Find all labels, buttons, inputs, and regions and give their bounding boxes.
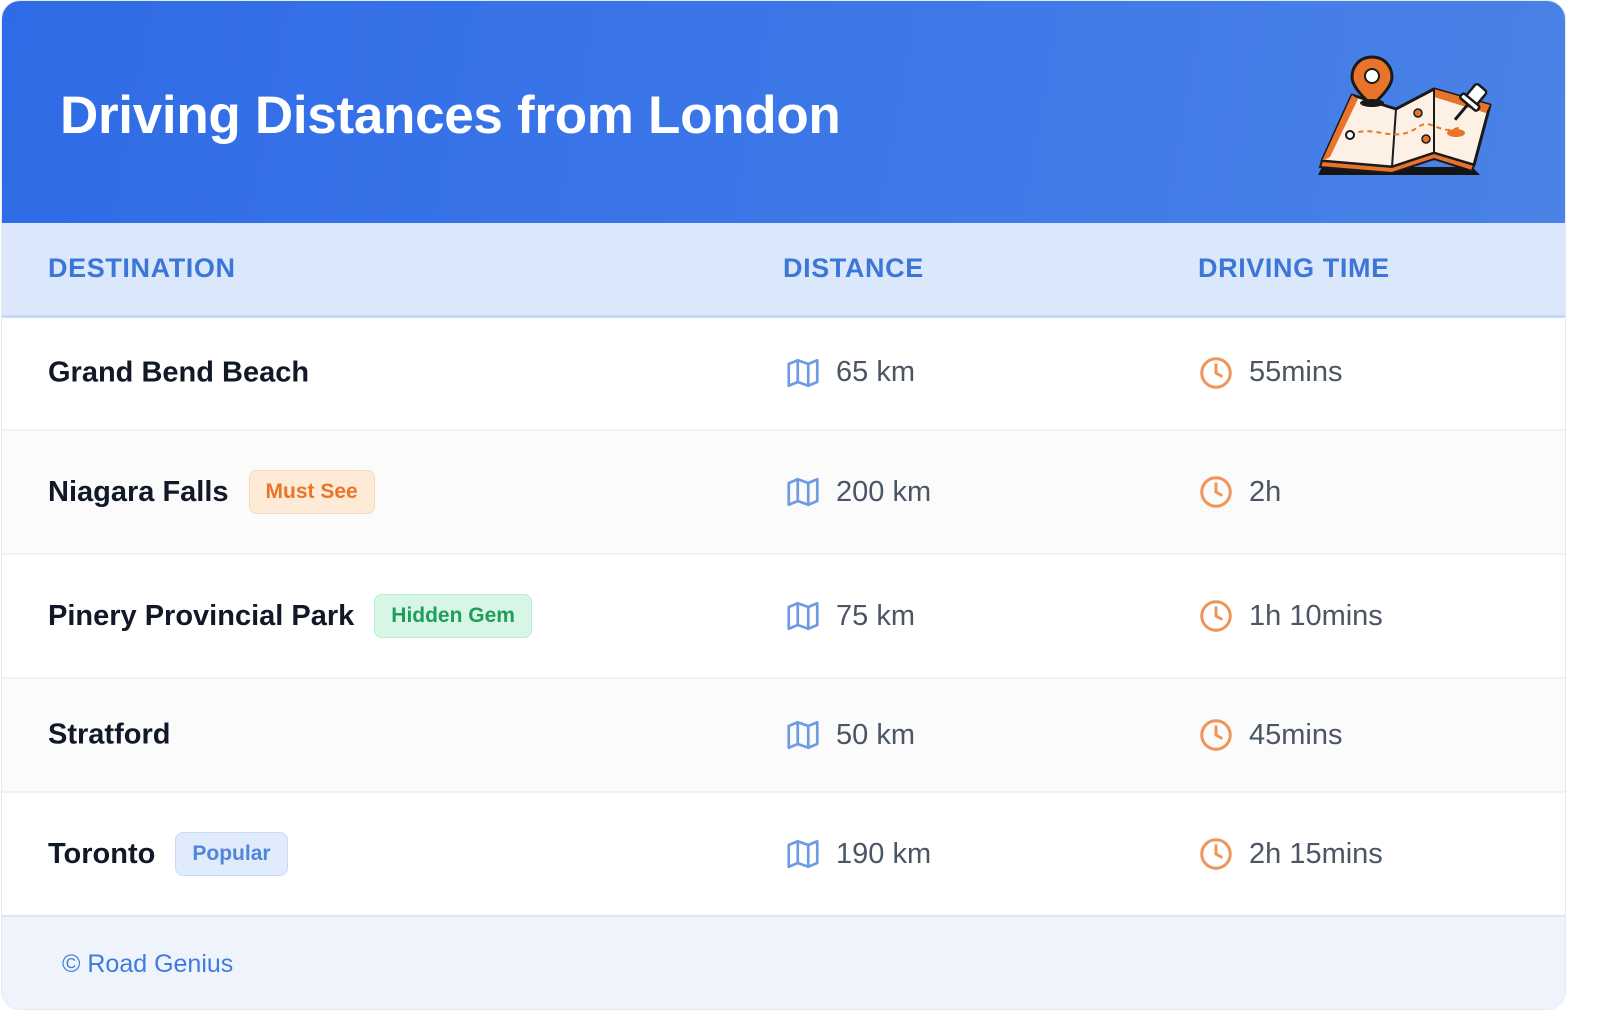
destination-cell: Niagara Falls Must See [48, 470, 375, 514]
popular-badge: Popular [175, 832, 288, 876]
clock-icon [1200, 838, 1232, 870]
destination-name: Toronto [48, 837, 156, 870]
table-header: DESTINATION DISTANCE DRIVING TIME [2, 223, 1565, 318]
card-footer: © Road Genius [2, 915, 1565, 1009]
time-cell: 2h [1198, 474, 1281, 510]
folded-map-with-pins-icon [1318, 55, 1492, 175]
hidden-gem-badge: Hidden Gem [374, 594, 532, 638]
page-title: Driving Distances from London [60, 86, 841, 145]
distance-cell: 75 km [785, 598, 915, 634]
time-cell: 45mins [1198, 717, 1343, 753]
map-icon [787, 720, 819, 750]
destination-cell: Toronto Popular [48, 832, 288, 876]
map-icon [787, 601, 819, 631]
distance-cell: 190 km [785, 836, 931, 872]
column-header-distance[interactable]: DISTANCE [783, 253, 924, 284]
distance-value: 65 km [836, 356, 915, 388]
clock-icon [1200, 600, 1232, 632]
table-row: Toronto Popular 190 km 2h 15mins [2, 793, 1565, 915]
column-header-destination[interactable]: DESTINATION [48, 253, 236, 284]
map-icon [787, 358, 819, 387]
destination-name: Grand Bend Beach [48, 356, 310, 388]
time-value: 45mins [1249, 718, 1343, 751]
time-cell: 55mins [1198, 355, 1343, 391]
destination-cell: Stratford [48, 719, 170, 752]
distance-value: 75 km [836, 599, 915, 632]
destination-cell: Grand Bend Beach [48, 356, 309, 389]
distance-value: 190 km [836, 837, 932, 870]
distance-cell: 50 km [785, 717, 915, 753]
distance-cell: 65 km [785, 355, 915, 391]
table-row: Grand Bend Beach 65 km 55mins [2, 316, 1565, 431]
table-row: Pinery Provincial Park Hidden Gem 75 km … [2, 555, 1565, 679]
clock-icon [1200, 719, 1232, 751]
map-icon [787, 477, 819, 507]
destination-name: Stratford [48, 718, 171, 751]
time-value: 55mins [1249, 356, 1343, 388]
distance-card: Driving Distances from London DESTINATIO… [2, 1, 1565, 1009]
clock-icon [1200, 356, 1232, 389]
clock-icon [1200, 476, 1232, 508]
must-see-badge: Must See [248, 470, 375, 514]
table-row: Stratford 50 km 45mins [2, 679, 1565, 793]
destination-name: Niagara Falls [48, 475, 229, 508]
table-row: Niagara Falls Must See 200 km 2h [2, 431, 1565, 555]
card-header: Driving Distances from London [2, 1, 1565, 223]
destination-cell: Pinery Provincial Park Hidden Gem [48, 594, 532, 638]
column-header-driving-time[interactable]: DRIVING TIME [1198, 253, 1390, 284]
distance-value: 200 km [836, 475, 932, 508]
time-cell: 2h 15mins [1198, 836, 1383, 872]
map-icon [787, 839, 819, 869]
distance-cell: 200 km [785, 474, 931, 510]
time-value: 2h [1249, 475, 1282, 508]
time-value: 2h 15mins [1249, 837, 1383, 870]
distance-value: 50 km [836, 718, 915, 751]
destination-name: Pinery Provincial Park [48, 599, 355, 632]
time-cell: 1h 10mins [1198, 598, 1383, 634]
copyright-text: © Road Genius [62, 950, 234, 978]
time-value: 1h 10mins [1249, 599, 1383, 632]
